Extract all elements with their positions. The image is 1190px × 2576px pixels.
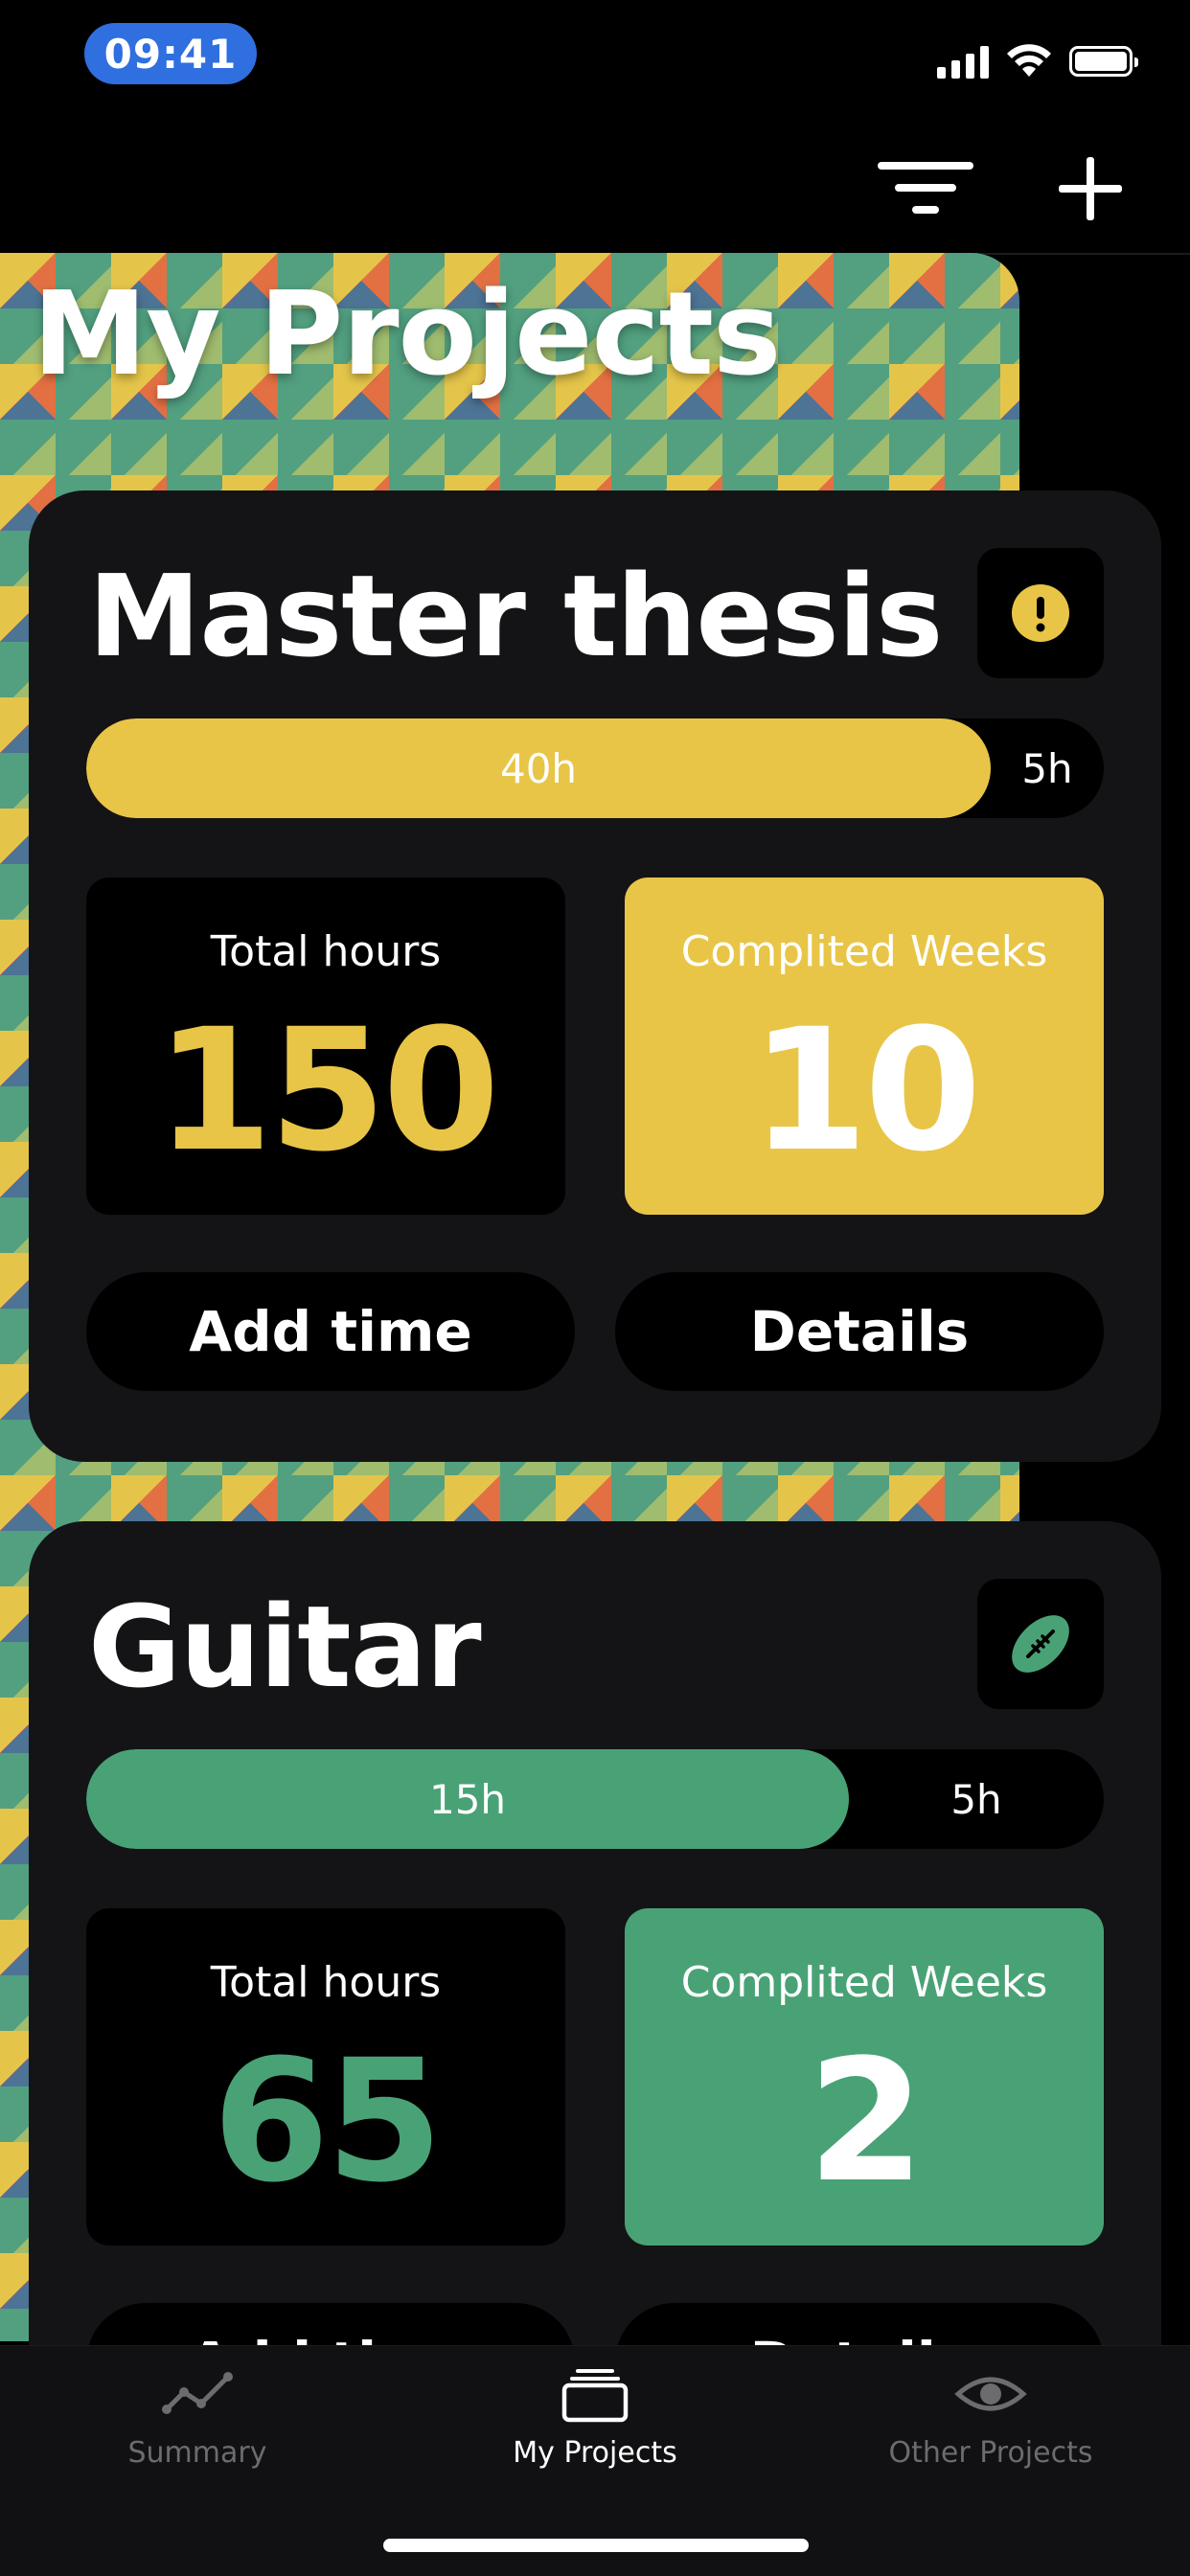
filter-button[interactable] bbox=[878, 153, 973, 224]
exclamation-icon bbox=[1012, 584, 1069, 642]
tab-summary[interactable]: Summary bbox=[54, 2365, 341, 2499]
completed-weeks-label: Complited Weeks bbox=[680, 1958, 1048, 2007]
total-hours-value: 150 bbox=[155, 992, 499, 1189]
progress-remaining: 5h bbox=[1021, 744, 1073, 792]
wifi-icon bbox=[1007, 44, 1051, 77]
plus-icon bbox=[1059, 157, 1122, 220]
total-hours-label: Total hours bbox=[210, 1958, 442, 2007]
tab-other-projects[interactable]: Other Projects bbox=[847, 2365, 1134, 2499]
progress-bar: 40h 5h bbox=[86, 718, 1104, 818]
project-card: Master thesis 40h 5h Total hours 150 Com… bbox=[29, 490, 1161, 1462]
tab-my-projects-label: My Projects bbox=[513, 2436, 677, 2470]
total-hours-label: Total hours bbox=[210, 927, 442, 976]
home-indicator bbox=[383, 2539, 809, 2552]
project-status-button[interactable] bbox=[977, 548, 1104, 678]
page-title: My Projects bbox=[33, 268, 781, 401]
status-time: 09:41 bbox=[84, 23, 257, 84]
filter-icon bbox=[878, 162, 973, 214]
total-hours-value: 65 bbox=[212, 2023, 444, 2220]
chart-line-icon bbox=[162, 2372, 233, 2414]
football-icon bbox=[1012, 1615, 1069, 1673]
progress-fill: 15h bbox=[86, 1749, 849, 1849]
folder-stack-icon bbox=[561, 2369, 629, 2423]
add-project-button[interactable] bbox=[1042, 153, 1138, 224]
signal-icon bbox=[937, 44, 989, 79]
add-time-button[interactable]: Add time bbox=[86, 1272, 575, 1391]
status-icons bbox=[937, 42, 1138, 80]
total-hours-box: Total hours 150 bbox=[86, 878, 565, 1215]
tab-summary-label: Summary bbox=[127, 2436, 267, 2470]
completed-weeks-box: Complited Weeks 10 bbox=[625, 878, 1104, 1215]
details-button[interactable]: Details bbox=[615, 1272, 1104, 1391]
total-hours-box: Total hours 65 bbox=[86, 1908, 565, 2245]
completed-weeks-value: 10 bbox=[750, 992, 982, 1189]
tab-other-projects-label: Other Projects bbox=[888, 2436, 1093, 2470]
project-category-button[interactable] bbox=[977, 1579, 1104, 1709]
battery-icon bbox=[1069, 46, 1138, 77]
completed-weeks-box: Complited Weeks 2 bbox=[625, 1908, 1104, 2245]
progress-remaining: 5h bbox=[950, 1775, 1002, 1823]
progress-bar: 15h 5h bbox=[86, 1749, 1104, 1849]
completed-weeks-label: Complited Weeks bbox=[680, 927, 1048, 976]
eye-icon bbox=[954, 2377, 1027, 2411]
project-title: Guitar bbox=[88, 1581, 482, 1713]
progress-fill: 40h bbox=[86, 718, 991, 818]
completed-weeks-value: 2 bbox=[807, 2023, 925, 2220]
project-title: Master thesis bbox=[88, 550, 943, 682]
tab-my-projects[interactable]: My Projects bbox=[451, 2365, 739, 2499]
